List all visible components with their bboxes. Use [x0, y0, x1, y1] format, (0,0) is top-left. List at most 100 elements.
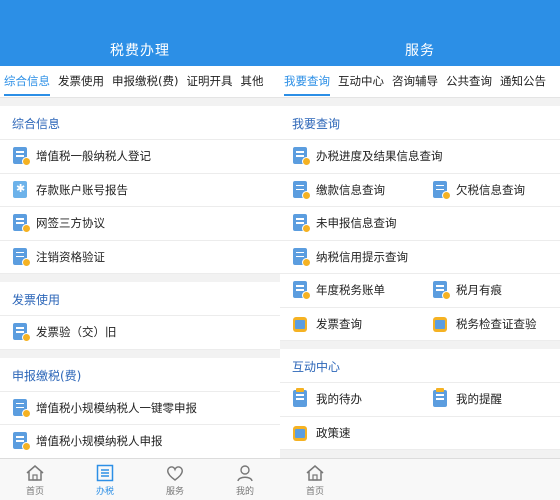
page-title: 服务: [405, 43, 435, 59]
tax-month-trace-item[interactable]: 税月有痕: [420, 274, 560, 307]
tab-general-info[interactable]: 综合信息: [0, 66, 54, 98]
service-screen: 服务 我要查询 互动中心 咨询辅导 公共查询 通知公告 我要查询 办税进度及结果…: [280, 0, 560, 500]
list-item: 发票查询 税务检查证查验: [280, 308, 560, 341]
nav-home[interactable]: 首页: [0, 459, 70, 500]
my-todo-item[interactable]: 我的待办: [280, 383, 420, 416]
home-icon: [306, 465, 324, 481]
list-item[interactable]: ✱ 存款账户账号报告: [0, 174, 280, 207]
vat-general-registration-item[interactable]: 增值税一般纳税人登记: [0, 140, 151, 173]
section-my-query: 我要查询 办税进度及结果信息查询 缴款信息查询 欠税信息查询 未申报信息查询 纳…: [280, 106, 560, 341]
document-icon: [12, 247, 31, 267]
list-item[interactable]: 增值税小规模纳税人申报: [0, 425, 280, 459]
content-list: 我要查询 办税进度及结果信息查询 缴款信息查询 欠税信息查询 未申报信息查询 纳…: [280, 106, 560, 458]
tab-notice[interactable]: 通知公告: [496, 66, 550, 98]
document-icon: [12, 323, 31, 343]
list-item[interactable]: 注销资格验证: [0, 241, 280, 274]
document-icon: [292, 214, 311, 234]
document-icon: [292, 247, 311, 267]
tab-certificate[interactable]: 证明开具: [182, 66, 236, 98]
section-title: 互动中心: [280, 349, 560, 383]
list-item: 缴款信息查询 欠税信息查询: [280, 174, 560, 207]
list-item[interactable]: 政策速: [280, 417, 560, 450]
progress-query-item[interactable]: 办税进度及结果信息查询: [280, 140, 443, 173]
tab-other[interactable]: 其他: [236, 66, 267, 98]
document-icon: [12, 214, 31, 234]
my-reminder-item[interactable]: 我的提醒: [420, 383, 560, 416]
list-item[interactable]: 增值税小规模纳税人一键零申报: [0, 392, 280, 425]
tray-icon: [292, 315, 310, 333]
content-list: 综合信息 增值税一般纳税人登记 ✱ 存款账户账号报告 网签三方协议 注销资格验证…: [0, 106, 280, 467]
item-label: 纳税信用提示查询: [316, 249, 408, 264]
list-item: 年度税务账单 税月有痕: [280, 274, 560, 308]
section-title: 综合信息: [0, 106, 280, 140]
invoice-query-item[interactable]: 发票查询: [280, 308, 420, 341]
item-label: 我的提醒: [456, 392, 502, 407]
small-scale-zero-declare-item[interactable]: 增值税小规模纳税人一键零申报: [0, 392, 197, 425]
deregistration-verify-item[interactable]: 注销资格验证: [0, 241, 105, 274]
clipboard-icon: [292, 388, 310, 408]
document-icon: [292, 147, 311, 167]
tax-list-icon: [96, 464, 114, 482]
tab-declare-pay[interactable]: 申报缴税(费): [108, 66, 182, 98]
section-general-info: 综合信息 增值税一般纳税人登记 ✱ 存款账户账号报告 网签三方协议 注销资格验证: [0, 106, 280, 274]
tab-my-query[interactable]: 我要查询: [280, 66, 334, 98]
item-label: 未申报信息查询: [316, 216, 397, 231]
section-title: 我要查询: [280, 106, 560, 140]
arrears-query-item[interactable]: 欠税信息查询: [420, 174, 560, 207]
document-icon: [12, 398, 31, 418]
item-label: 政策速: [316, 425, 351, 440]
star-document-icon: ✱: [12, 180, 30, 199]
page-title: 税费办理: [110, 43, 170, 59]
tripartite-agreement-item[interactable]: 网签三方协议: [0, 207, 105, 240]
document-icon: [12, 432, 31, 452]
tax-service-screen: 税费办理 综合信息 发票使用 申报缴税(费) 证明开具 其他 综合信息 增值税一…: [0, 0, 280, 500]
bank-account-report-item[interactable]: ✱ 存款账户账号报告: [0, 174, 128, 207]
item-label: 增值税一般纳税人登记: [36, 149, 151, 164]
tab-invoice-use[interactable]: 发票使用: [54, 66, 108, 98]
list-item[interactable]: 未申报信息查询: [280, 207, 560, 241]
document-icon: [12, 147, 31, 167]
tab-bar: 综合信息 发票使用 申报缴税(费) 证明开具 其他: [0, 66, 280, 98]
annual-bill-item[interactable]: 年度税务账单: [280, 274, 420, 307]
nav-home[interactable]: 首页: [280, 459, 350, 500]
bottom-nav: 首页: [280, 458, 560, 500]
document-icon: [292, 281, 311, 301]
nav-mine[interactable]: 我的: [210, 459, 280, 500]
item-label: 发票验（交）旧: [36, 325, 117, 340]
tab-public-query[interactable]: 公共查询: [442, 66, 496, 98]
list-item[interactable]: 发票验（交）旧: [0, 316, 280, 350]
item-label: 发票查询: [316, 316, 362, 331]
undeclared-query-item[interactable]: 未申报信息查询: [280, 207, 397, 240]
document-icon: [432, 281, 451, 301]
tab-bar: 我要查询 互动中心 咨询辅导 公共查询 通知公告: [280, 66, 560, 98]
list-item[interactable]: 网签三方协议: [0, 207, 280, 241]
credit-query-item[interactable]: 纳税信用提示查询: [280, 241, 408, 274]
section-title: 发票使用: [0, 282, 280, 316]
tab-consult[interactable]: 咨询辅导: [388, 66, 442, 98]
policy-express-item[interactable]: 政策速: [280, 417, 351, 450]
clipboard-icon: [432, 388, 450, 408]
item-label: 税月有痕: [456, 283, 502, 298]
nav-service[interactable]: 服务: [140, 459, 210, 500]
payment-query-item[interactable]: 缴款信息查询: [280, 174, 420, 207]
small-scale-declare-item[interactable]: 增值税小规模纳税人申报: [0, 425, 163, 458]
item-label: 网签三方协议: [36, 216, 105, 231]
tray-icon: [292, 424, 310, 442]
document-icon: [432, 180, 451, 200]
item-label: 我的待办: [316, 392, 362, 407]
inspection-verify-item[interactable]: 税务检查证查验: [420, 308, 560, 341]
list-item[interactable]: 纳税信用提示查询: [280, 241, 560, 274]
section-invoice-use: 发票使用 发票验（交）旧: [0, 282, 280, 350]
nav-tax[interactable]: 办税: [70, 459, 140, 500]
list-item: 我的待办 我的提醒: [280, 383, 560, 417]
section-title: 申报缴税(费): [0, 358, 280, 392]
invoice-check-item[interactable]: 发票验（交）旧: [0, 316, 117, 349]
tab-interaction[interactable]: 互动中心: [334, 66, 388, 98]
item-label: 增值税小规模纳税人一键零申报: [36, 400, 197, 415]
list-item[interactable]: 办税进度及结果信息查询: [280, 140, 560, 174]
item-label: 税务检查证查验: [456, 316, 537, 331]
item-label: 年度税务账单: [316, 283, 385, 298]
list-item[interactable]: 增值税一般纳税人登记: [0, 140, 280, 174]
user-icon: [237, 465, 253, 482]
bottom-nav: 首页 办税 服务 我的: [0, 458, 280, 500]
